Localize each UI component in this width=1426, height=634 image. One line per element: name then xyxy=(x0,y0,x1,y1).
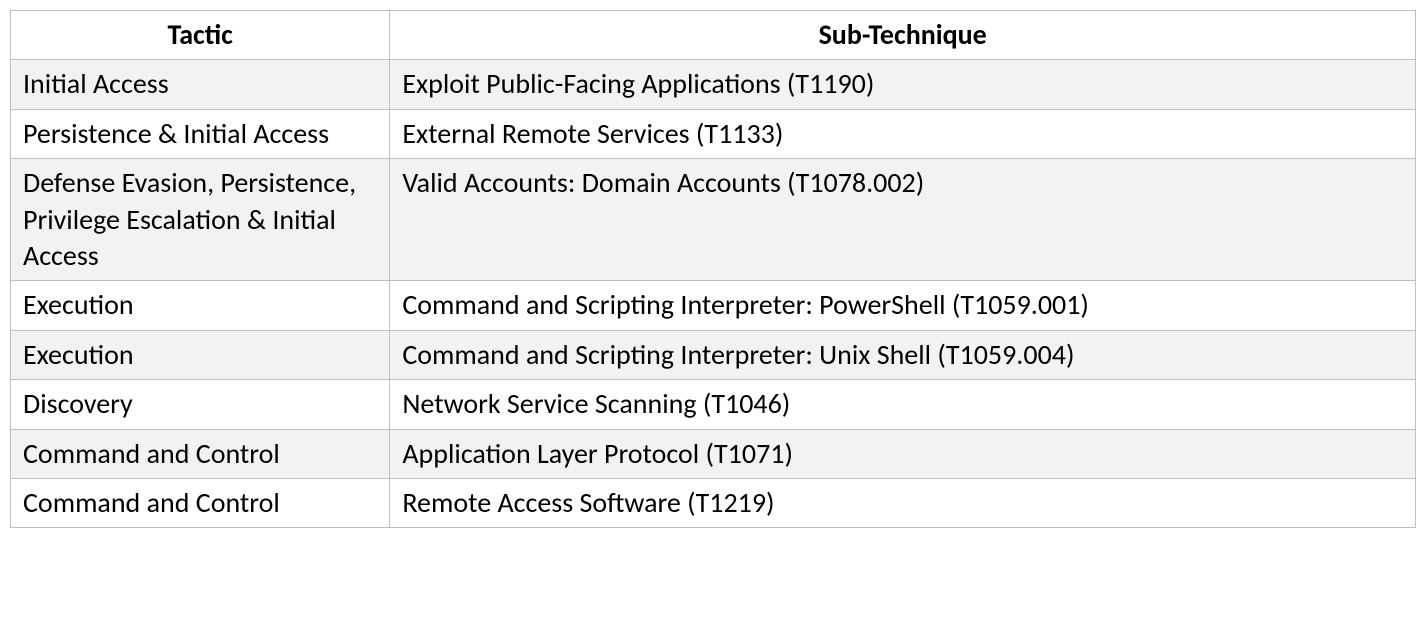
cell-tactic: Execution xyxy=(11,330,390,379)
cell-tactic: Initial Access xyxy=(11,60,390,109)
table-row: Discovery Network Service Scanning (T104… xyxy=(11,380,1416,429)
table-row: Command and Control Remote Access Softwa… xyxy=(11,478,1416,527)
table-row: Initial Access Exploit Public-Facing App… xyxy=(11,60,1416,109)
attack-techniques-table: Tactic Sub-Technique Initial Access Expl… xyxy=(10,10,1416,528)
cell-subtechnique: Exploit Public-Facing Applications (T119… xyxy=(390,60,1416,109)
cell-subtechnique: Remote Access Software (T1219) xyxy=(390,478,1416,527)
table-row: Execution Command and Scripting Interpre… xyxy=(11,330,1416,379)
table-header-row: Tactic Sub-Technique xyxy=(11,11,1416,60)
header-tactic: Tactic xyxy=(11,11,390,60)
table-row: Persistence & Initial Access External Re… xyxy=(11,109,1416,158)
cell-tactic: Execution xyxy=(11,281,390,330)
table-row: Command and Control Application Layer Pr… xyxy=(11,429,1416,478)
cell-subtechnique: Valid Accounts: Domain Accounts (T1078.0… xyxy=(390,159,1416,281)
cell-subtechnique: External Remote Services (T1133) xyxy=(390,109,1416,158)
cell-tactic: Command and Control xyxy=(11,429,390,478)
cell-subtechnique: Command and Scripting Interpreter: Power… xyxy=(390,281,1416,330)
cell-tactic: Persistence & Initial Access xyxy=(11,109,390,158)
cell-tactic: Defense Evasion, Persistence, Privilege … xyxy=(11,159,390,281)
cell-tactic: Discovery xyxy=(11,380,390,429)
cell-subtechnique: Command and Scripting Interpreter: Unix … xyxy=(390,330,1416,379)
cell-subtechnique: Application Layer Protocol (T1071) xyxy=(390,429,1416,478)
cell-tactic: Command and Control xyxy=(11,478,390,527)
cell-subtechnique: Network Service Scanning (T1046) xyxy=(390,380,1416,429)
table-row: Defense Evasion, Persistence, Privilege … xyxy=(11,159,1416,281)
table-row: Execution Command and Scripting Interpre… xyxy=(11,281,1416,330)
header-subtechnique: Sub-Technique xyxy=(390,11,1416,60)
